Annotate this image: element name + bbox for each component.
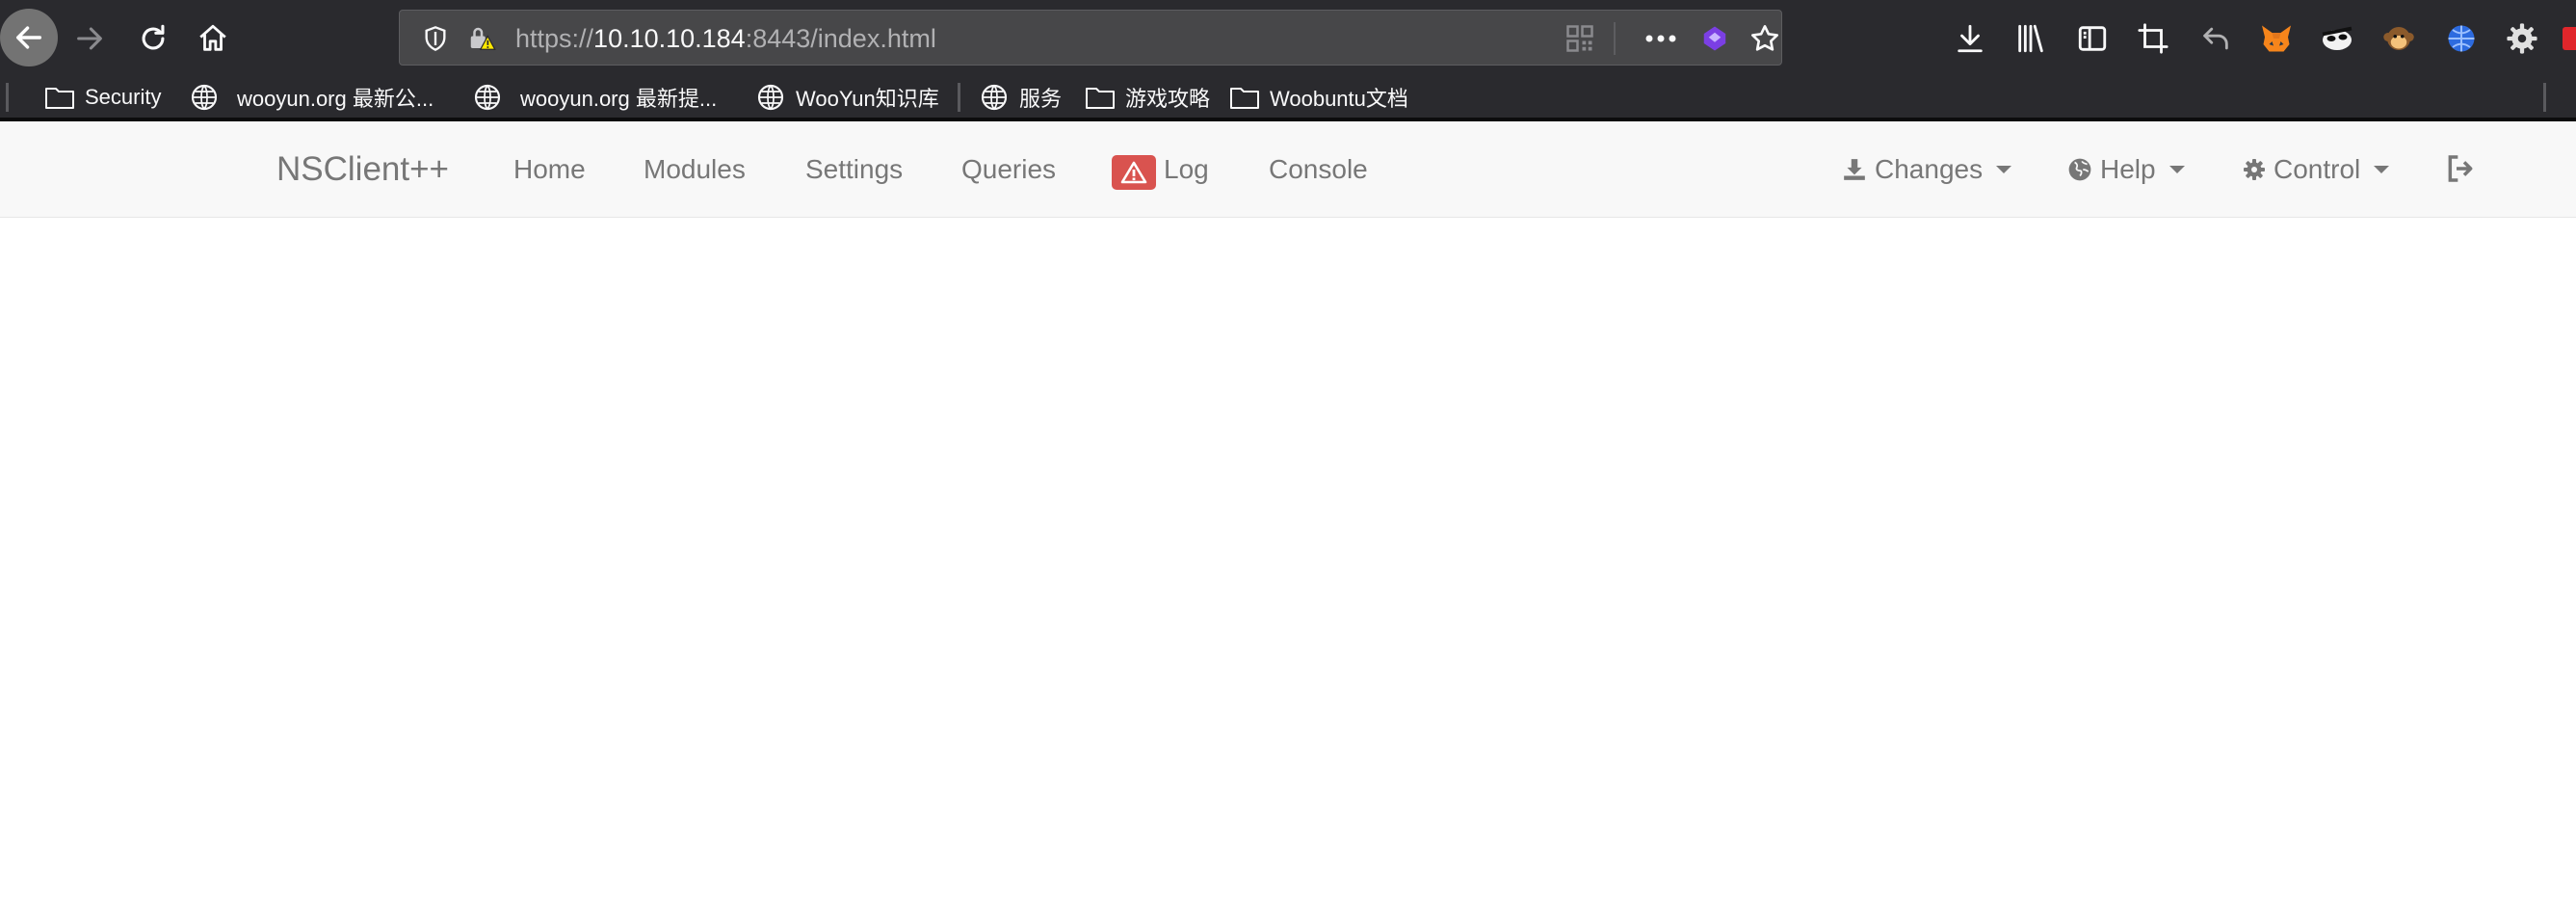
shield-icon: [425, 26, 446, 51]
bookmark-services[interactable]: 服务: [979, 77, 1062, 118]
bookmark-security[interactable]: Security: [44, 77, 161, 118]
globe-icon: [474, 84, 501, 111]
folder-icon: [45, 88, 74, 109]
logout-icon: [2448, 155, 2473, 182]
more-horizontal-icon: [1645, 35, 1676, 42]
bookmark-label: WooYun知识库: [796, 87, 939, 111]
sunglasses-face-icon: [2322, 26, 2353, 50]
page-content: [0, 218, 2576, 923]
logout-button[interactable]: [2445, 153, 2476, 186]
bookmark-label: 服务: [1019, 87, 1063, 111]
nav-console[interactable]: Console: [1269, 121, 1368, 218]
changes-label: Changes: [1875, 154, 1984, 184]
home-icon: [199, 24, 226, 51]
qr-code-icon: [1566, 25, 1593, 52]
app-navbar: NSClient++ Home Modules Settings Queries…: [0, 121, 2576, 218]
settings-extension-button[interactable]: [2503, 19, 2541, 58]
globe-icon: [757, 84, 784, 111]
nav-home[interactable]: Home: [513, 121, 586, 218]
purple-cube-icon: [1703, 26, 1726, 51]
undo-button[interactable]: [2196, 19, 2235, 58]
extension-button[interactable]: [1698, 22, 1731, 55]
control-dropdown[interactable]: Control: [2243, 121, 2390, 218]
brand-link[interactable]: NSClient++: [276, 121, 449, 218]
bookmark-label: Woobuntu文档: [1270, 87, 1408, 111]
overflow-extension-icon[interactable]: [2563, 27, 2576, 50]
url-scheme: https://: [515, 24, 594, 53]
sidebar-icon: [2078, 26, 2107, 51]
globe-icon: [981, 84, 1008, 111]
back-button[interactable]: [0, 9, 58, 66]
arrow-left-icon: [15, 26, 42, 49]
globe-blue-icon: [2448, 25, 2475, 52]
nav-modules[interactable]: Modules: [644, 121, 746, 218]
globe-icon: [191, 84, 218, 111]
globe-extension-button[interactable]: [2442, 19, 2481, 58]
forward-button[interactable]: [69, 18, 110, 59]
monkey-extension-button[interactable]: [2379, 19, 2418, 58]
page-actions-button[interactable]: [1643, 22, 1679, 55]
help-label: Help: [2100, 154, 2156, 184]
screenshot-button[interactable]: [2134, 19, 2172, 58]
changes-dropdown[interactable]: Changes: [1842, 121, 2012, 218]
nav-queries[interactable]: Queries: [961, 121, 1056, 218]
chevron-down-icon: [2169, 166, 2185, 173]
reload-icon: [142, 24, 165, 50]
url-path: :8443/index.html: [745, 24, 936, 53]
nav-log[interactable]: Log: [1164, 121, 1209, 218]
reload-button[interactable]: [133, 18, 173, 59]
sidebar-button[interactable]: [2073, 19, 2112, 58]
tracking-protection-shield[interactable]: [419, 22, 452, 55]
log-warning-badge[interactable]: [1112, 155, 1156, 190]
browser-toolbar: https://10.10.10.184:8443/index.html: [0, 0, 2576, 77]
home-button[interactable]: [193, 18, 233, 59]
qr-code-button[interactable]: [1564, 22, 1596, 55]
face-extension-button[interactable]: [2318, 19, 2356, 58]
download-icon: [1958, 24, 1983, 53]
bookmarks-separator: [6, 83, 9, 112]
star-icon: [1751, 25, 1778, 51]
url-host: 10.10.10.184: [593, 24, 746, 53]
undo-arrow-icon: [2203, 27, 2228, 50]
gear-icon: [2244, 159, 2265, 180]
control-label: Control: [2274, 154, 2361, 184]
fox-icon: [2262, 25, 2291, 52]
bookmark-label: 游戏攻略: [1125, 87, 1211, 111]
gear-icon: [2507, 23, 2537, 54]
bookmarks-separator: [2543, 83, 2546, 112]
lock-warning-icon: [470, 27, 496, 50]
bookmarks-separator: [958, 83, 960, 112]
bookmarks-bar: Security wooyun.org 最新公... wooyun.org 最新…: [0, 77, 2576, 118]
crop-icon: [2138, 23, 2169, 54]
warning-triangle-icon: [1120, 161, 1147, 184]
monkey-icon: [2383, 27, 2414, 50]
library-icon: [2018, 24, 2043, 53]
downloads-button[interactable]: [1951, 19, 1989, 58]
bookmark-woobuntu-docs[interactable]: Woobuntu文档: [1229, 77, 1408, 118]
download-icon: [1844, 159, 1865, 180]
urlbar-separator: [1614, 22, 1616, 55]
nav-settings[interactable]: Settings: [805, 121, 903, 218]
site-security-lock[interactable]: [465, 22, 498, 55]
bookmark-star-button[interactable]: [1748, 22, 1781, 55]
chevron-down-icon: [1996, 166, 2012, 173]
chevron-down-icon: [2374, 166, 2390, 173]
folder-icon: [1086, 88, 1115, 109]
folder-icon: [1230, 88, 1259, 109]
url-text[interactable]: https://10.10.10.184:8443/index.html: [515, 11, 936, 66]
bookmark-game-guides[interactable]: 游戏攻略: [1085, 77, 1210, 118]
bookmark-label: wooyun.org 最新提...: [520, 87, 718, 111]
address-bar[interactable]: https://10.10.10.184:8443/index.html: [399, 10, 1782, 66]
bookmark-wooyun-latest-public[interactable]: wooyun.org 最新公...: [189, 77, 434, 118]
library-button[interactable]: [2011, 19, 2050, 58]
bookmark-label: Security: [85, 85, 162, 109]
arrow-right-icon: [77, 27, 102, 50]
bookmark-label: wooyun.org 最新公...: [237, 87, 434, 111]
help-dropdown[interactable]: Help: [2067, 121, 2185, 218]
metamask-extension-button[interactable]: [2257, 19, 2296, 58]
bookmark-wooyun-knowledge[interactable]: WooYun知识库: [755, 77, 939, 118]
globe-icon: [2068, 158, 2091, 181]
bookmark-wooyun-latest-submit[interactable]: wooyun.org 最新提...: [472, 77, 717, 118]
